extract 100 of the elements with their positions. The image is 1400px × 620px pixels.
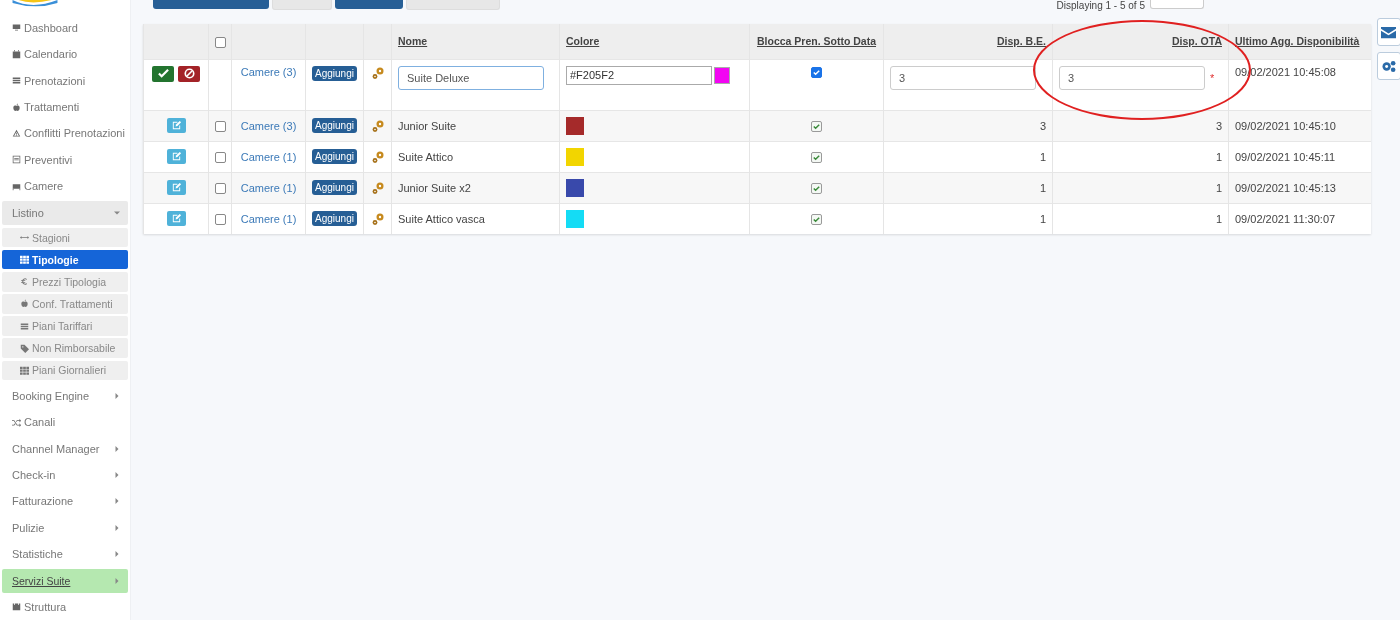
name-field[interactable]: Suite Deluxe: [398, 65, 544, 90]
edit-icon: [170, 151, 182, 162]
sidebar-item[interactable]: Conflitti Prenotazioni: [0, 120, 130, 147]
submenu-item[interactable]: Piani Giornalieri: [2, 360, 128, 381]
list-icon: [12, 76, 21, 86]
sidebar-item[interactable]: Channel Manager: [0, 435, 128, 462]
edit-button[interactable]: [166, 118, 186, 133]
caret-icon: [114, 445, 120, 452]
edit-icon: [170, 182, 182, 193]
tag-icon: [20, 343, 29, 353]
submenu-item[interactable]: Conf. Trattamenti: [2, 294, 128, 314]
add-button[interactable]: Aggiungi: [312, 149, 357, 164]
edit-button[interactable]: [166, 149, 186, 164]
ota-availability-value: 1: [1215, 150, 1222, 163]
grid-icon: [20, 255, 29, 265]
column-header[interactable]: Nome: [398, 35, 428, 47]
caret-icon: [114, 471, 120, 478]
page-size-field[interactable]: [1150, 0, 1204, 9]
pagination-text: Displaying 1 - 5 of 5: [1056, 1, 1145, 11]
ota-availability-value: 1: [1215, 181, 1222, 194]
cancel-button[interactable]: [178, 65, 200, 82]
timestamp-text: 09/02/2021 11:30:07: [1235, 212, 1336, 225]
list-icon: [20, 321, 29, 331]
color-code-field[interactable]: #F205F2: [566, 65, 712, 85]
row-checkbox[interactable]: [215, 213, 226, 225]
timestamp-text: 09/02/2021 10:45:10: [1235, 119, 1336, 132]
row-checkbox[interactable]: [215, 120, 226, 132]
availability-value: 1: [1039, 212, 1046, 225]
sidebar-item[interactable]: Pulizie: [0, 514, 128, 541]
caret-icon: [114, 392, 120, 399]
edit-icon: [170, 120, 182, 131]
availability-value: 1: [1039, 181, 1046, 194]
sidebar-item[interactable]: Statistiche: [0, 540, 128, 568]
edit-button[interactable]: [166, 211, 186, 226]
submenu-item[interactable]: Piani Tariffari: [2, 316, 128, 336]
save-button[interactable]: [152, 65, 174, 82]
add-button[interactable]: Aggiungi: [312, 65, 357, 81]
caret-icon: [114, 550, 120, 557]
gears-icon[interactable]: [370, 180, 385, 195]
sidebar-item[interactable]: Dashboard: [0, 14, 130, 42]
availability-field[interactable]: 3: [890, 65, 1036, 90]
ota-availability-field[interactable]: 3: [1059, 65, 1205, 90]
ota-availability-value: 3: [1215, 119, 1222, 132]
sidebar-item[interactable]: Listino: [2, 201, 128, 225]
row-checkbox[interactable]: [215, 151, 226, 163]
row-checkbox[interactable]: [215, 182, 226, 194]
color-picker-swatch[interactable]: [714, 66, 730, 84]
shuffle-icon: [12, 417, 21, 427]
rooms-link[interactable]: Camere (3): [240, 65, 297, 78]
sidebar-item[interactable]: Servizi Suite: [2, 569, 128, 593]
bed-icon: [12, 181, 21, 191]
room-type-name: Junior Suite: [398, 119, 457, 132]
room-type-name: Junior Suite x2: [398, 181, 471, 194]
sidebar-item[interactable]: Booking Engine: [0, 382, 128, 409]
submenu-item[interactable]: Non Rimborsabile: [2, 338, 128, 358]
availability-value: 3: [1039, 119, 1046, 132]
add-button[interactable]: Aggiungi: [312, 211, 357, 226]
document-icon: [12, 155, 21, 165]
prohibited-icon: [183, 68, 195, 79]
euro-icon: [20, 277, 29, 287]
column-header[interactable]: Disp. B.E.: [997, 35, 1046, 47]
timestamp-text: 09/02/2021 10:45:13: [1235, 181, 1336, 194]
sidebar-item[interactable]: Struttura: [0, 593, 130, 620]
sidebar-item[interactable]: Preventivi: [0, 146, 130, 173]
settings-icon: [1381, 59, 1396, 73]
edit-button[interactable]: [166, 180, 186, 195]
ota-availability-value: 1: [1215, 212, 1222, 225]
gears-icon[interactable]: [370, 118, 385, 133]
castle-icon: [12, 602, 21, 612]
rooms-link[interactable]: Camere (1): [240, 150, 297, 163]
warning-icon: [12, 128, 21, 138]
edit-icon: [170, 213, 182, 224]
submenu-item[interactable]: Stagioni: [2, 227, 128, 248]
submenu-item[interactable]: Tipologie: [2, 249, 128, 270]
column-header[interactable]: Colore: [566, 35, 600, 47]
sidebar-item[interactable]: Prenotazioni: [0, 67, 130, 94]
submenu-item[interactable]: Prezzi Tipologia: [2, 272, 128, 292]
gears-icon[interactable]: [370, 149, 385, 164]
sidebar-item[interactable]: Camere: [0, 172, 130, 200]
mail-button[interactable]: [1376, 18, 1400, 46]
monitor-icon: [12, 23, 21, 33]
select-all-checkbox[interactable]: [215, 36, 226, 48]
sidebar-item[interactable]: Calendario: [0, 41, 130, 68]
sidebar-item[interactable]: Trattamenti: [0, 93, 130, 121]
settings-button[interactable]: [1376, 52, 1400, 80]
add-button[interactable]: Aggiungi: [312, 118, 357, 133]
rooms-link[interactable]: Camere (1): [240, 212, 297, 225]
logo-icon: [10, 0, 60, 8]
gears-icon[interactable]: [370, 211, 385, 226]
room-type-name: Suite Attico vasca: [398, 212, 485, 225]
column-header[interactable]: Disp. OTA: [1172, 35, 1222, 47]
caret-icon: [114, 577, 120, 584]
caret-icon: [114, 498, 120, 505]
sidebar-item[interactable]: Canali: [0, 409, 130, 436]
gears-icon[interactable]: [370, 65, 385, 80]
block-checkbox[interactable]: [811, 67, 822, 79]
sidebar-item[interactable]: Check-in: [0, 461, 128, 489]
grid-icon: [20, 365, 29, 375]
sidebar-item[interactable]: Fatturazione: [0, 488, 128, 515]
add-button[interactable]: Aggiungi: [312, 180, 357, 195]
